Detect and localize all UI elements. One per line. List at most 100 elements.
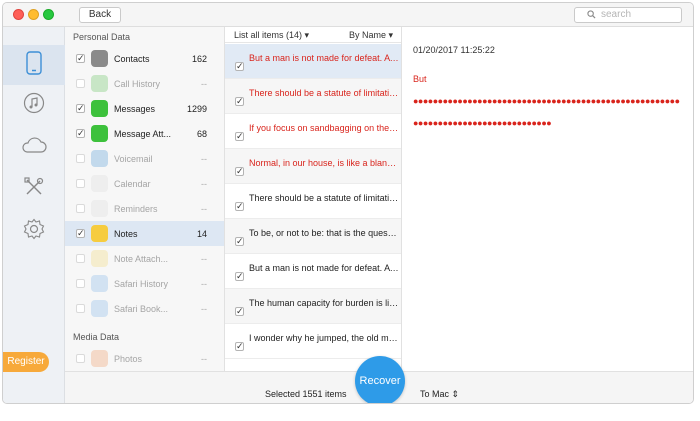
notes-icon <box>91 225 108 242</box>
voicemail-icon <box>91 150 108 167</box>
note-checkbox[interactable] <box>235 341 244 352</box>
category-label: Contacts <box>114 54 150 64</box>
note-title: The human capacity for burden is like ba… <box>249 298 399 308</box>
note-row[interactable]: But a man is not made for defeat. A man … <box>225 254 401 289</box>
rail-tools-button[interactable] <box>3 169 65 209</box>
safari-bookmark-icon <box>91 300 108 317</box>
note-title: If you focus on sandbagging on the job. <box>249 123 399 133</box>
category-checkbox[interactable] <box>76 79 85 88</box>
category-row[interactable]: Note Attach... -- <box>65 246 224 271</box>
category-checkbox[interactable] <box>76 154 85 163</box>
safari-icon <box>91 275 108 292</box>
minimize-window-button[interactable] <box>28 9 39 20</box>
note-body-text: But <box>413 74 427 84</box>
category-label: Calendar <box>114 179 151 189</box>
category-row[interactable]: Contacts 162 <box>65 46 224 71</box>
category-label: Safari Book... <box>114 304 169 314</box>
category-count: 162 <box>191 54 207 64</box>
selected-count: Selected 1551 items <box>265 389 347 399</box>
note-checkbox[interactable] <box>235 166 244 177</box>
category-row[interactable]: Notes 14 <box>65 221 224 246</box>
category-list: Personal Data Contacts 162 Call History -- M… <box>65 27 225 371</box>
note-date: 01/20/2017 11:25:22 <box>413 45 495 55</box>
title-bar: Back search <box>3 3 693 27</box>
category-count: -- <box>201 304 207 314</box>
note-attachment-icon <box>91 250 108 267</box>
category-checkbox[interactable] <box>76 354 85 363</box>
category-checkbox[interactable] <box>76 128 85 139</box>
category-row[interactable]: Safari Book... -- <box>65 296 224 321</box>
note-row[interactable]: There should be a statute of limitations… <box>225 79 401 114</box>
note-checkbox[interactable] <box>235 61 244 72</box>
maximize-window-button[interactable] <box>43 9 54 20</box>
category-count: 68 <box>196 129 207 139</box>
note-row[interactable]: The human capacity for burden is like ba… <box>225 289 401 324</box>
message-attachment-icon <box>91 125 108 142</box>
note-checkbox[interactable] <box>235 201 244 212</box>
category-checkbox[interactable] <box>76 228 85 239</box>
category-checkbox[interactable] <box>76 204 85 213</box>
register-button[interactable]: Register <box>3 352 49 372</box>
destination-dropdown[interactable]: To Mac ⇕ <box>420 389 459 400</box>
note-checkbox[interactable] <box>235 131 244 142</box>
bottom-bar: Selected 1551 items Recover To Mac ⇕ <box>65 356 693 403</box>
category-label: Messages <box>114 104 156 114</box>
list-filter-dropdown[interactable]: List all items (14) ▾ <box>234 30 309 41</box>
note-row[interactable]: If you focus on sandbagging on the job. <box>225 114 401 149</box>
device-rail: Register <box>3 27 65 403</box>
note-checkbox[interactable] <box>235 306 244 317</box>
category-checkbox[interactable] <box>76 254 85 263</box>
category-checkbox[interactable] <box>76 103 85 114</box>
media-data-label: Media Data <box>73 332 120 342</box>
category-row[interactable]: Messages 1299 <box>65 96 224 121</box>
note-title: Normal, in our house, is like a blanket. <box>249 158 399 168</box>
rail-settings-button[interactable] <box>3 211 65 251</box>
category-label: Notes <box>114 229 138 239</box>
close-window-button[interactable] <box>13 9 24 20</box>
sort-dropdown[interactable]: By Name ▾ <box>349 30 393 41</box>
category-checkbox[interactable] <box>76 304 85 313</box>
category-row[interactable]: Calendar -- <box>65 171 224 196</box>
note-checkbox[interactable] <box>235 271 244 282</box>
category-row[interactable]: Message Att... 68 <box>65 121 224 146</box>
category-checkbox[interactable] <box>76 53 85 64</box>
phone-icon <box>25 50 43 80</box>
cloud-icon <box>21 136 47 159</box>
note-row[interactable]: But a man is not made for defeat. A man … <box>225 44 401 79</box>
note-row[interactable]: I wonder why he jumped, the old man said… <box>225 324 401 359</box>
note-checkbox[interactable] <box>235 96 244 107</box>
rail-device-button[interactable] <box>3 45 65 85</box>
category-row[interactable]: Call History -- <box>65 71 224 96</box>
category-count: -- <box>201 79 207 89</box>
category-row[interactable]: Photos -- <box>65 346 224 371</box>
note-body: But ●●●●●●●●●●●●●●●●●●●●●●●●●●●●●●●●●●●●… <box>413 68 683 134</box>
category-count: -- <box>201 254 207 264</box>
category-label: Reminders <box>114 204 158 214</box>
note-title: But a man is not made for defeat. A man … <box>249 53 399 63</box>
note-checkbox[interactable] <box>235 236 244 247</box>
category-row[interactable]: Safari History -- <box>65 271 224 296</box>
photos-icon <box>91 350 108 367</box>
category-count: 1299 <box>186 104 207 114</box>
recover-button[interactable]: Recover <box>355 356 405 403</box>
note-body-masked: ●●●●●●●●●●●●●●●●●●●●●●●●●●●●●●●●●●●●●●●●… <box>413 96 680 128</box>
reminders-icon <box>91 200 108 217</box>
category-count: -- <box>201 179 207 189</box>
calendar-icon <box>91 175 108 192</box>
category-row[interactable]: Voicemail -- <box>65 146 224 171</box>
rail-music-button[interactable] <box>3 85 65 125</box>
category-label: Photos <box>114 354 143 364</box>
note-title: I wonder why he jumped, the old man said… <box>249 333 399 343</box>
note-row[interactable]: To be, or not to be: that is the questio… <box>225 219 401 254</box>
search-input[interactable]: search <box>574 7 682 23</box>
back-button[interactable]: Back <box>79 7 121 23</box>
note-title: But a man is not made for defeat. A man … <box>249 263 399 273</box>
category-checkbox[interactable] <box>76 279 85 288</box>
music-icon <box>23 92 45 119</box>
category-checkbox[interactable] <box>76 179 85 188</box>
note-row[interactable]: Normal, in our house, is like a blanket. <box>225 149 401 184</box>
note-row[interactable]: There should be a statute of limitations… <box>225 184 401 219</box>
category-row[interactable]: Reminders -- <box>65 196 224 221</box>
rail-icloud-button[interactable] <box>3 127 65 167</box>
app-window: Back search Register Personal Data ✓ Con… <box>2 2 694 404</box>
